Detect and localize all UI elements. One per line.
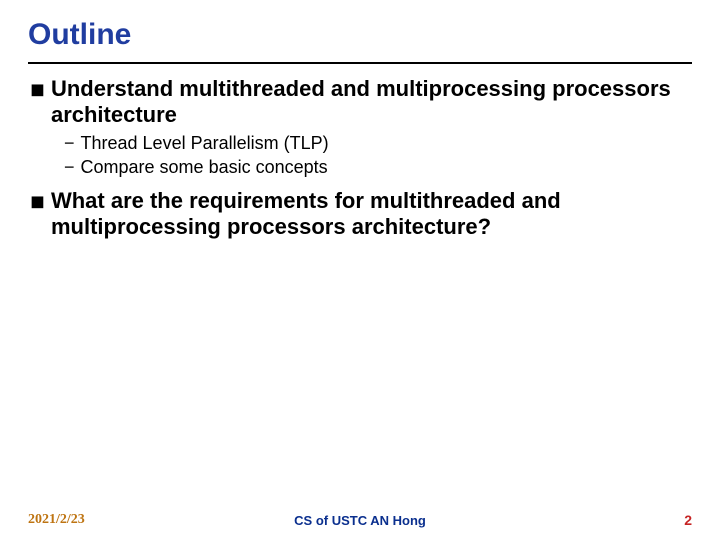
list-item: − Compare some basic concepts: [64, 156, 692, 178]
title-divider: [28, 62, 692, 64]
sub-bullet-text: Thread Level Parallelism (TLP): [81, 132, 329, 154]
square-bullet-icon: ◼: [30, 188, 45, 214]
list-item: − Thread Level Parallelism (TLP): [64, 132, 692, 154]
bullet-text: What are the requirements for multithrea…: [51, 188, 692, 240]
dash-bullet-icon: −: [64, 156, 75, 178]
slide: Outline ◼ Understand multithreaded and m…: [0, 0, 720, 540]
list-item: ◼ What are the requirements for multithr…: [30, 188, 692, 240]
square-bullet-icon: ◼: [30, 76, 45, 102]
footer-center-text: CS of USTC AN Hong: [294, 513, 426, 528]
dash-bullet-icon: −: [64, 132, 75, 154]
footer-page-number: 2: [684, 512, 692, 528]
bullet-text: Understand multithreaded and multiproces…: [51, 76, 692, 128]
sub-bullet-list: − Thread Level Parallelism (TLP) − Compa…: [30, 132, 692, 178]
slide-title: Outline: [28, 18, 692, 52]
footer-date: 2021/2/23: [28, 512, 85, 528]
bullet-level1: ◼ What are the requirements for multithr…: [30, 188, 692, 240]
bullet-list: ◼ Understand multithreaded and multiproc…: [28, 76, 692, 240]
bullet-level1: ◼ Understand multithreaded and multiproc…: [30, 76, 692, 128]
sub-bullet-text: Compare some basic concepts: [81, 156, 328, 178]
list-item: ◼ Understand multithreaded and multiproc…: [30, 76, 692, 178]
